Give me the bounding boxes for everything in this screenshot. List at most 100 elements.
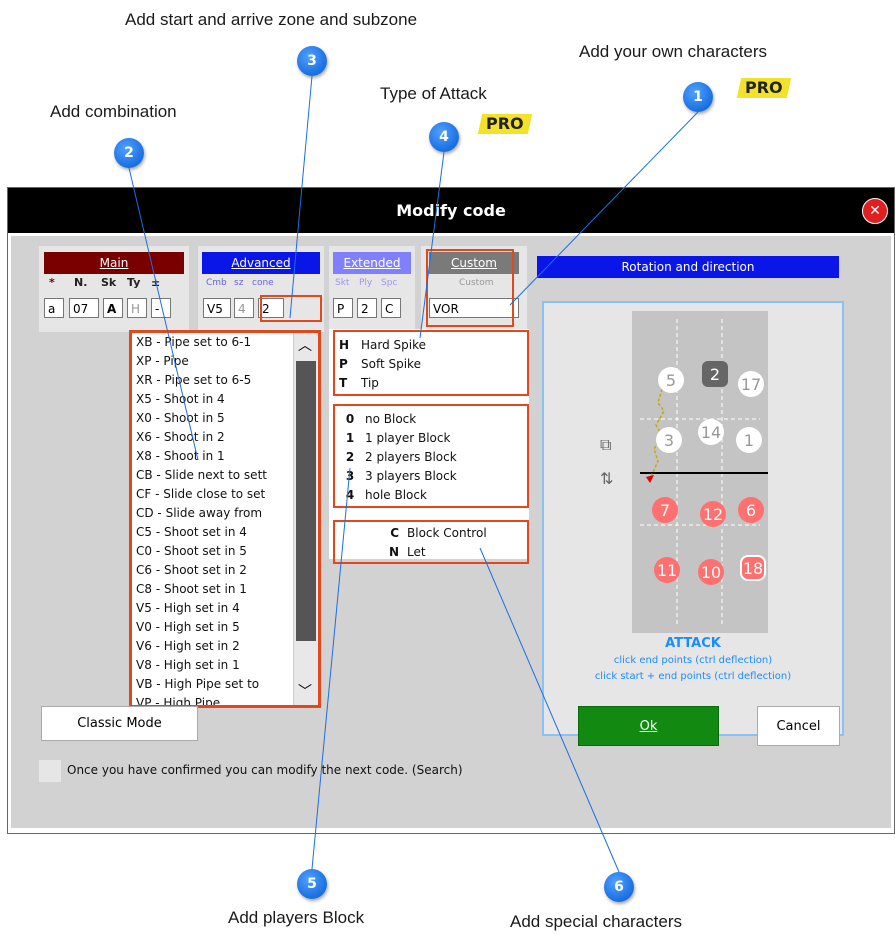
annotation-special-characters: Add special characters: [510, 912, 682, 931]
court-lines: [640, 319, 768, 626]
extended-label: Ply: [359, 278, 373, 288]
swap-icon[interactable]: ⇅: [600, 469, 613, 488]
confirm-text: Once you have confirmed you can modify t…: [67, 763, 463, 777]
combination-list[interactable]: XB - Pipe set to 6-1 XP - Pipe XR - Pipe s…: [129, 330, 321, 708]
combination-field[interactable]: V5: [203, 298, 231, 318]
combination-item[interactable]: X5 - Shoot in 4: [132, 390, 318, 409]
combination-item[interactable]: V0 - High set in 5: [132, 618, 318, 637]
player-top[interactable]: 3: [656, 427, 682, 453]
main-field[interactable]: -: [151, 298, 171, 318]
specials-box: C Block Control N Let: [333, 520, 529, 564]
block-item-label: 3 players Block: [365, 469, 457, 483]
block-item-key: 2: [345, 450, 355, 464]
special-item[interactable]: C Block Control: [339, 524, 527, 543]
main-header: Main: [44, 252, 184, 274]
main-label: *: [49, 276, 55, 289]
block-item[interactable]: 3 3 players Block: [339, 467, 527, 486]
main-label: Ty: [127, 276, 141, 289]
modify-code-dialog: Modify code ✕ Main * N. Sk Ty ± a 07 A H…: [8, 188, 894, 833]
combination-item[interactable]: V8 - High set in 1: [132, 656, 318, 675]
player-top[interactable]: 5: [658, 367, 684, 393]
confirm-checkbox[interactable]: [39, 760, 61, 782]
advanced-header: Advanced: [202, 252, 320, 274]
rotation-panel: ⧉ ⇅ 5 2 17 3 14 1 7 12 6 11 10 18 ATTACK…: [542, 301, 844, 736]
extended-header: Extended: [333, 252, 411, 274]
combination-item[interactable]: V5 - High set in 4: [132, 599, 318, 618]
classic-mode-button[interactable]: Classic Mode: [41, 706, 198, 741]
player-bottom[interactable]: 7: [652, 497, 678, 523]
pro-badge: PRO: [736, 78, 791, 98]
combination-items: XB - Pipe set to 6-1 XP - Pipe XR - Pipe s…: [132, 333, 318, 705]
rotate-icon[interactable]: ⧉: [600, 435, 611, 455]
attack-types-box: H Hard Spike P Soft Spike T Tip: [333, 330, 529, 396]
attack-type-item[interactable]: T Tip: [339, 374, 527, 393]
extended-field[interactable]: 2: [357, 298, 377, 318]
combination-item[interactable]: XR - Pipe set to 6-5: [132, 371, 318, 390]
attack-type-list: H Hard Spike P Soft Spike T Tip: [339, 336, 527, 393]
main-field[interactable]: a: [44, 298, 64, 318]
combination-item[interactable]: XP - Pipe: [132, 352, 318, 371]
player-top[interactable]: 14: [698, 419, 724, 445]
player-top[interactable]: 17: [738, 371, 764, 397]
combination-item[interactable]: C6 - Shoot set in 2: [132, 561, 318, 580]
combination-item[interactable]: C0 - Shoot set in 5: [132, 542, 318, 561]
main-label: ±: [151, 276, 161, 289]
block-item[interactable]: 4 hole Block: [339, 486, 527, 505]
main-label: N.: [74, 276, 88, 289]
blocks-box: 0 no Block 1 1 player Block 2 2 players Block…: [333, 404, 529, 508]
attack-type-item[interactable]: H Hard Spike: [339, 336, 527, 355]
main-field[interactable]: H: [127, 298, 147, 318]
advanced-label: Cmb: [206, 278, 227, 288]
main-label: Sk: [101, 276, 117, 289]
player-bottom[interactable]: 12: [700, 501, 726, 527]
combination-item[interactable]: C5 - Shoot set in 4: [132, 523, 318, 542]
player-bottom[interactable]: 6: [738, 497, 764, 523]
block-item[interactable]: 1 1 player Block: [339, 429, 527, 448]
combination-item[interactable]: CD - Slide away from: [132, 504, 318, 523]
extended-label: Skt: [335, 278, 350, 288]
combination-item[interactable]: X0 - Shoot in 5: [132, 409, 318, 428]
callout-badge-6: 6: [604, 872, 634, 902]
combination-item[interactable]: V6 - High set in 2: [132, 637, 318, 656]
main-field[interactable]: 07: [69, 298, 99, 318]
chevron-down-icon[interactable]: ﹀: [298, 681, 312, 701]
combination-item[interactable]: VB - High Pipe set to: [132, 675, 318, 694]
annotation-start-arrive: Add start and arrive zone and subzone: [125, 10, 418, 29]
main-field[interactable]: A: [103, 298, 123, 318]
hint-start-end-points: click start + end points (ctrl deflectio…: [594, 671, 792, 682]
special-item-key: N: [388, 545, 399, 559]
extended-field[interactable]: P: [333, 298, 353, 318]
advanced-label: sz: [234, 278, 244, 288]
callout-badge-1: 1: [683, 82, 713, 112]
combination-item[interactable]: X8 - Shoot in 1: [132, 447, 318, 466]
subzone-field[interactable]: 4: [234, 298, 254, 318]
volleyball-court[interactable]: 5 2 17 3 14 1 7 12 6 11 10 18: [632, 311, 768, 633]
combination-item[interactable]: CB - Slide next to sett: [132, 466, 318, 485]
list-scrollbar[interactable]: ︿ ﹀: [293, 333, 318, 705]
player-top[interactable]: 1: [736, 427, 762, 453]
player-bottom-libero[interactable]: 18: [740, 555, 766, 581]
player-bottom[interactable]: 10: [698, 559, 724, 585]
special-item[interactable]: N Let: [339, 543, 527, 562]
chevron-up-icon[interactable]: ︿: [298, 335, 312, 355]
combination-item[interactable]: X6 - Shoot in 2: [132, 428, 318, 447]
player-bottom[interactable]: 11: [654, 557, 680, 583]
ok-button[interactable]: Ok: [578, 706, 719, 746]
hint-end-points: click end points (ctrl deflection): [613, 655, 773, 666]
block-item-key: 3: [345, 469, 355, 483]
special-item-label: Let: [407, 545, 426, 559]
cancel-button[interactable]: Cancel: [757, 706, 840, 746]
block-item[interactable]: 0 no Block: [339, 410, 527, 429]
special-list: C Block Control N Let: [339, 524, 527, 562]
player-top-setter[interactable]: 2: [702, 361, 728, 387]
attack-type-item[interactable]: P Soft Spike: [339, 355, 527, 374]
combination-item[interactable]: CF - Slide close to set: [132, 485, 318, 504]
attack-type-item-label: Hard Spike: [361, 338, 427, 352]
block-item[interactable]: 2 2 players Block: [339, 448, 527, 467]
combination-item[interactable]: C8 - Shoot set in 1: [132, 580, 318, 599]
close-icon[interactable]: ✕: [862, 198, 888, 224]
extended-field[interactable]: C: [381, 298, 401, 318]
main-group: Main * N. Sk Ty ± a 07 A H -: [39, 246, 189, 332]
combination-item[interactable]: XB - Pipe set to 6-1: [132, 333, 318, 352]
scrollbar-thumb[interactable]: [296, 361, 316, 641]
